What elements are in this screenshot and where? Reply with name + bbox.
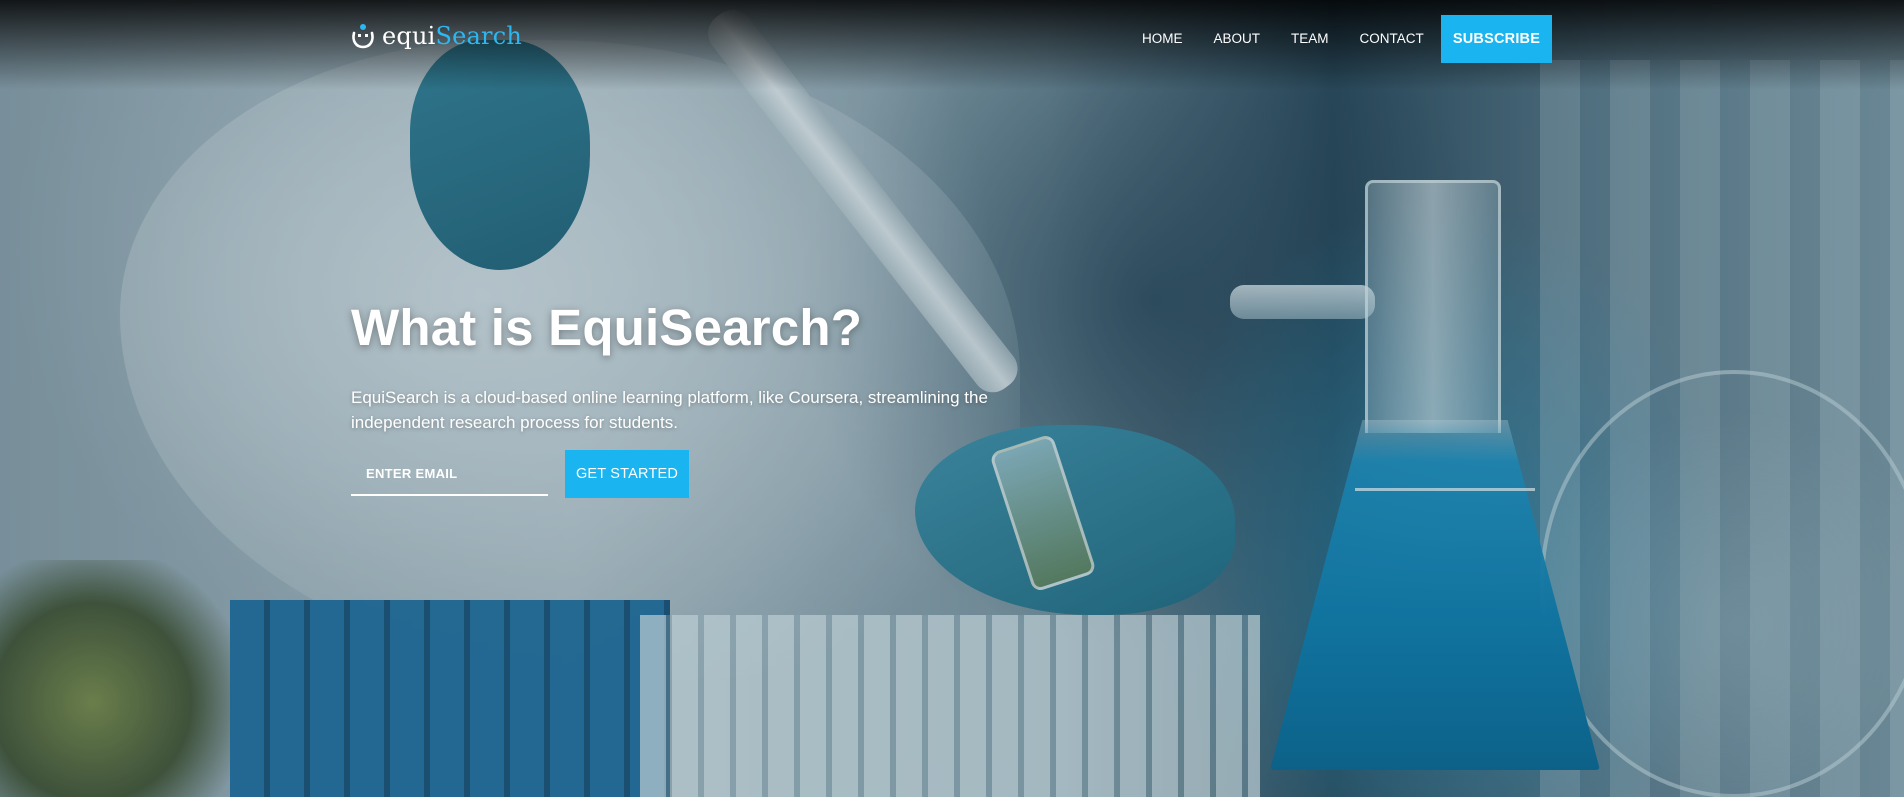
header-shade — [0, 0, 1904, 90]
nav-team-link[interactable]: TEAM — [1291, 31, 1329, 46]
nav-about-link[interactable]: ABOUT — [1214, 31, 1261, 46]
nav-contact-link[interactable]: CONTACT — [1360, 31, 1424, 46]
hero-subtitle: EquiSearch is a cloud-based online learn… — [351, 388, 988, 432]
brand-name-accent: Search — [435, 22, 523, 50]
main-nav: HOME ABOUT TEAM CONTACT — [1142, 31, 1424, 46]
brand-logo[interactable]: equiSearch — [350, 22, 522, 50]
smiley-logo-icon — [350, 23, 376, 49]
hero-section: equiSearch HOME ABOUT TEAM CONTACT SUBSC… — [0, 0, 1904, 797]
get-started-button[interactable]: GET STARTED — [565, 450, 689, 498]
nav-home-link[interactable]: HOME — [1142, 31, 1183, 46]
email-input[interactable] — [351, 452, 548, 496]
subscribe-button[interactable]: SUBSCRIBE — [1441, 15, 1552, 63]
hero-title: What is EquiSearch? — [351, 299, 863, 356]
brand-name: equiSearch — [382, 22, 523, 50]
